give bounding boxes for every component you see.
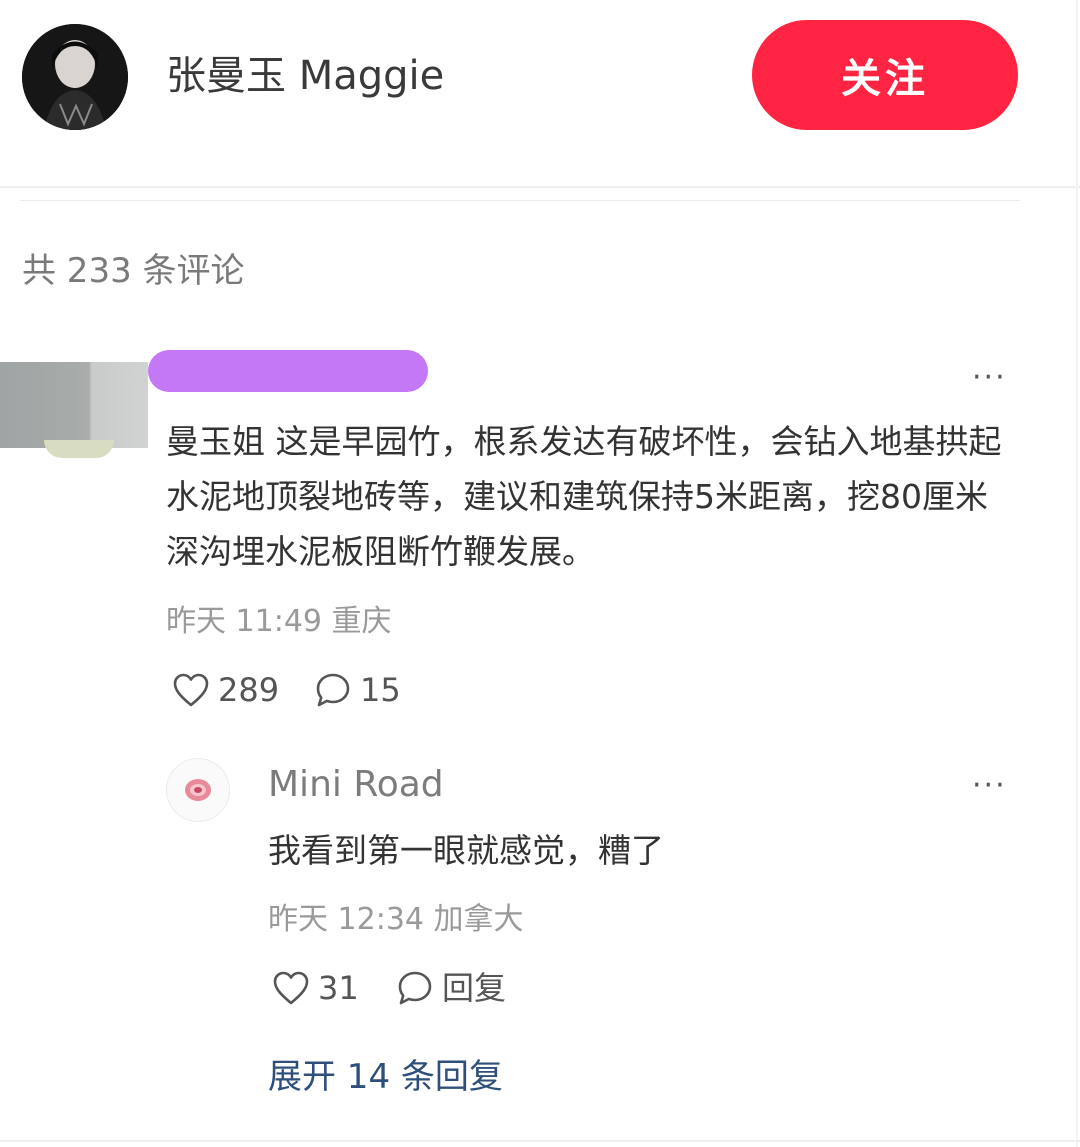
reply-avatar[interactable]	[166, 758, 230, 822]
reply-username[interactable]: Mini Road	[268, 760, 444, 810]
reply-like-button[interactable]: 31	[272, 966, 359, 1010]
speech-bubble-icon	[316, 673, 350, 707]
reply-reply-label: 回复	[442, 969, 507, 1007]
comment-reply-count: 15	[360, 671, 401, 709]
comment-like-button[interactable]: 289	[172, 668, 279, 712]
heart-outline-icon	[173, 673, 209, 707]
comment-like-count: 289	[218, 671, 280, 709]
reply-meta: 昨天 12:34 加拿大	[268, 902, 524, 937]
comment-reply-button[interactable]: 15	[314, 668, 401, 712]
follow-button[interactable]: 关注	[752, 20, 1018, 130]
redacted-avatar	[0, 362, 148, 448]
author-header: 张曼玉 Maggie 关注	[0, 0, 1080, 190]
comment-page: 张曼玉 Maggie 关注 共 233 条评论 ··· 曼玉姐 这是早园竹，根系…	[0, 0, 1080, 1147]
comment-more-icon[interactable]: ···	[972, 363, 1007, 393]
right-border	[1076, 0, 1078, 1147]
reply-more-icon[interactable]: ···	[972, 771, 1007, 801]
author-avatar[interactable]	[22, 24, 128, 130]
redacted-avatar-edge	[44, 440, 114, 458]
reply-like-count: 31	[318, 969, 359, 1007]
speech-bubble-icon	[398, 971, 432, 1005]
expand-replies-link[interactable]: 展开 14 条回复	[268, 1052, 503, 1102]
redacted-username	[148, 350, 428, 392]
comment-body: 曼玉姐 这是早园竹，根系发达有破坏性，会钻入地基拱起水泥地顶裂地砖等，建议和建筑…	[166, 422, 1002, 571]
reply-reply-button[interactable]: 回复	[396, 966, 506, 1010]
reply-body: 我看到第一眼就感觉，糟了	[268, 831, 664, 870]
comment-count: 共 233 条评论	[22, 251, 245, 291]
section-divider	[20, 200, 1020, 201]
comment-meta: 昨天 11:49 重庆	[166, 604, 392, 639]
author-name[interactable]: 张曼玉 Maggie	[166, 46, 444, 106]
bottom-border	[0, 1140, 1080, 1142]
heart-outline-icon	[273, 971, 309, 1005]
header-divider	[0, 186, 1080, 188]
